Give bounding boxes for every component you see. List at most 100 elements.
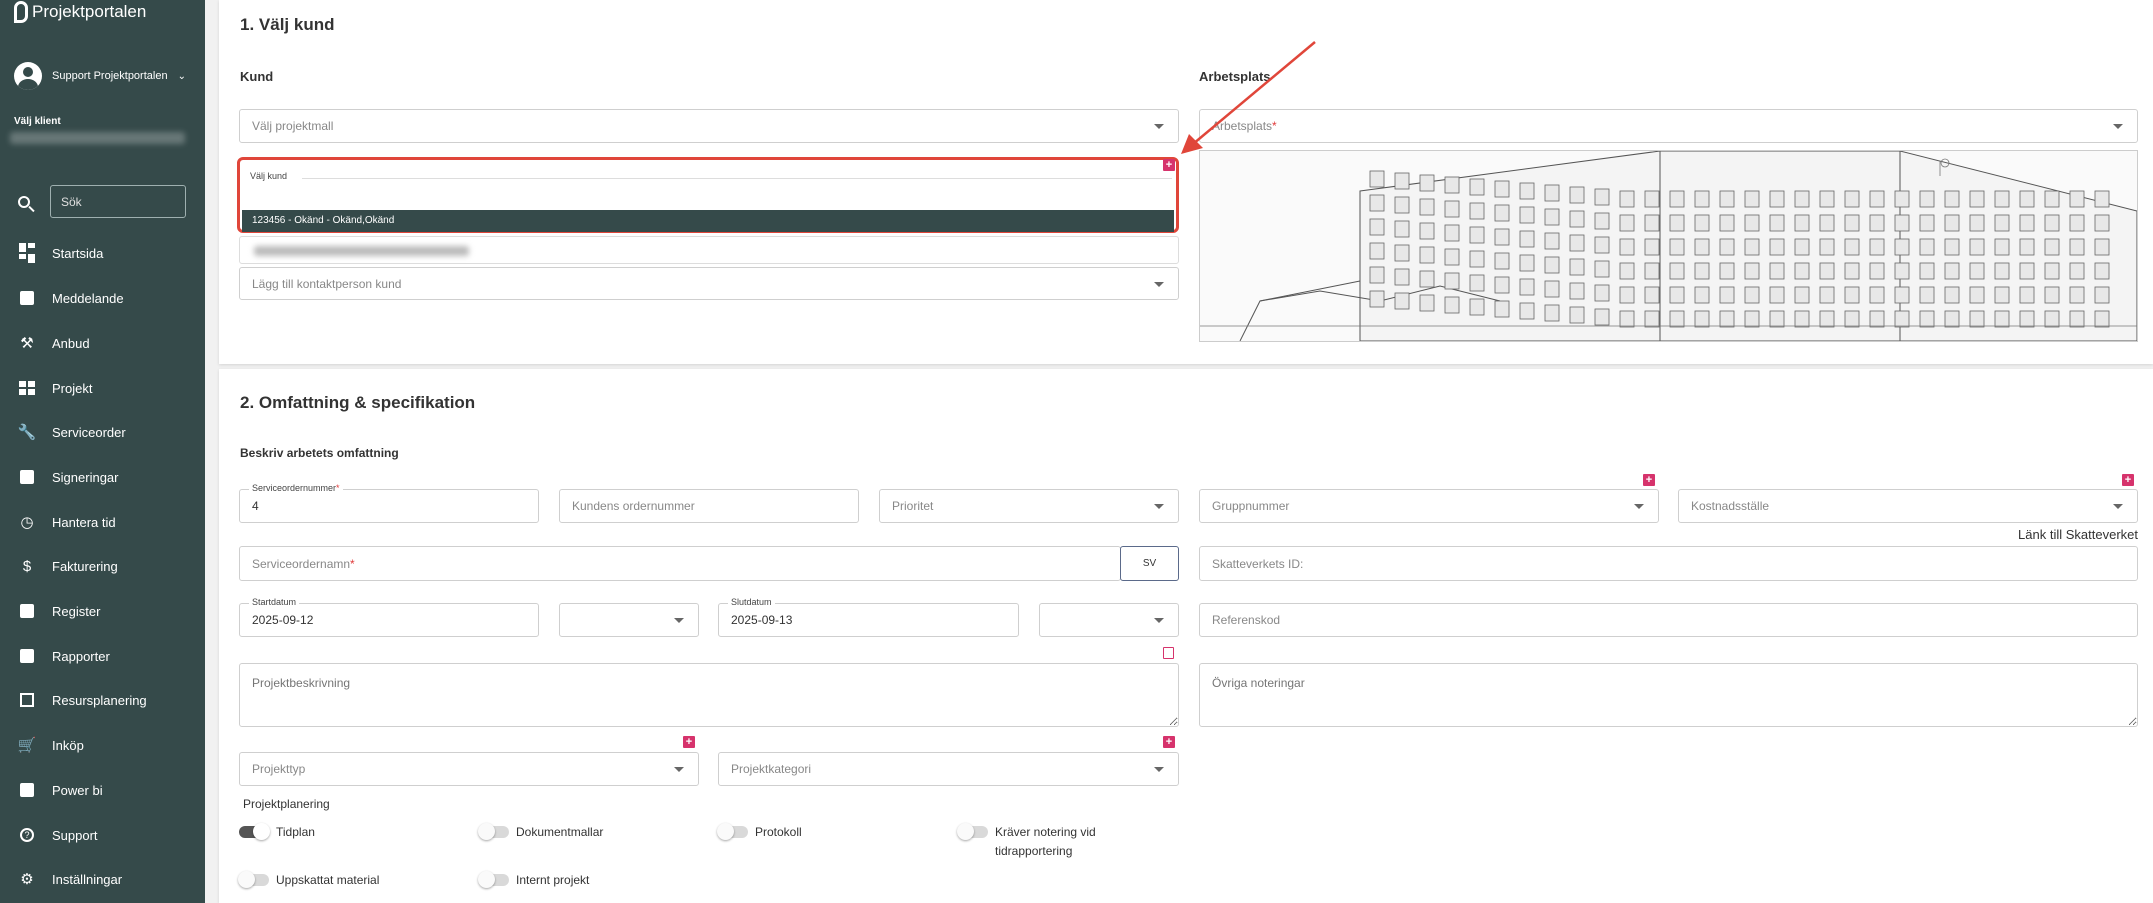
building-window [1744,190,1760,208]
gear-icon: ⚙ [20,871,34,888]
gruppnummer-placeholder: Gruppnummer [1212,499,1290,513]
sidebar-item-meddelande[interactable]: Meddelande [18,289,124,307]
user-name: Support Projektportalen [52,70,168,82]
building-window [2044,262,2060,280]
arbetsplats-select[interactable]: Arbetsplats * [1199,109,2138,143]
building-window [1394,196,1410,214]
sidebar-item-startsida[interactable]: Startsida [18,243,104,263]
startdatum-field[interactable]: Startdatum 2025-09-12 [239,597,539,637]
scope-heading: Beskriv arbetets omfattning [240,446,399,460]
toggle-switch[interactable] [238,871,269,888]
building-window [1519,278,1535,296]
note-add-icon[interactable] [1163,647,1174,659]
projektbeskrivning-textarea[interactable] [239,663,1179,727]
sidebar-item-anbud[interactable]: ⚒ Anbud [18,334,89,352]
kund-address-blurred [239,236,1179,264]
prioritet-placeholder: Prioritet [892,499,934,513]
building-window [1419,222,1435,240]
building-window [1844,238,1860,256]
building-window [2044,190,2060,208]
building-window [1994,238,2010,256]
sidebar-item-inköp[interactable]: 🛒 Inköp [18,736,84,754]
chevron-down-icon [1154,281,1164,287]
building-window [1919,214,1935,232]
building-window [1444,176,1460,194]
building-window [1644,262,1660,280]
building-window [1769,238,1785,256]
startdatum-value: 2025-09-12 [252,613,314,627]
skatteverket-id-placeholder: Skatteverkets ID: [1212,556,1304,571]
search-input[interactable] [50,185,186,218]
gruppnummer-select[interactable]: Gruppnummer [1199,489,1659,523]
toggle-switch[interactable] [717,823,748,840]
projektkategori-select[interactable]: Projektkategori [718,752,1179,786]
sidebar-item-power-bi[interactable]: Power bi [18,781,103,799]
serviceordernummer-field[interactable]: Serviceordernummer* 4 [239,483,539,523]
toggle-switch[interactable] [957,823,988,840]
building-window [1519,230,1535,248]
toggle-switch[interactable] [478,871,509,888]
serviceordernamn-placeholder: Serviceordernamn [252,556,351,571]
user-menu[interactable]: Support Projektportalen ⌄ [14,62,186,90]
sidebar-item-signeringar[interactable]: Signeringar [18,468,119,486]
help-icon: ? [18,826,36,844]
kostnadsstalle-select[interactable]: Kostnadsställe [1678,489,2138,523]
sidebar-item-support[interactable]: ? Support [18,826,98,844]
building-window [1744,238,1760,256]
toggle-switch[interactable] [478,823,509,840]
avatar [14,62,42,90]
referenskod-input[interactable]: Referenskod [1199,603,2138,637]
building-window [1619,310,1635,328]
sidebar-item-serviceorder[interactable]: 🔧 Serviceorder [18,423,126,441]
building-window [1619,214,1635,232]
skatteverket-id-input[interactable]: Skatteverkets ID: [1199,546,2138,581]
building-window [1594,188,1610,206]
building-window [1994,310,2010,328]
building-window [1819,262,1835,280]
building-window [1769,190,1785,208]
building-window [1794,190,1810,208]
building-window [1369,242,1385,260]
building-window [1844,286,1860,304]
kontaktperson-select[interactable]: Lägg till kontaktperson kund [239,267,1179,300]
valj-kund-dropdown[interactable]: Välj kund 123456 - Okänd - Okänd,Okänd [237,157,1179,233]
sidebar-item-rapporter[interactable]: Rapporter [18,647,110,665]
starttid-select[interactable] [559,603,699,637]
app-logo[interactable]: Projektportalen [14,1,146,23]
building-window [1719,214,1735,232]
building-window [1394,292,1410,310]
sidebar-item-fakturering[interactable]: $ Fakturering [18,557,118,575]
toggle-label: Protokoll [755,825,802,839]
kund-option[interactable]: 123456 - Okänd - Okänd,Okänd [242,210,1174,232]
serviceordernamn-input[interactable]: Serviceordernamn * [239,546,1121,581]
sidebar-item-hantera-tid[interactable]: ◷ Hantera tid [18,513,115,531]
chart-icon [18,781,36,799]
sidebar-item-inställningar[interactable]: ⚙ Inställningar [18,870,122,888]
projekttyp-select[interactable]: Projekttyp [239,752,699,786]
sidebar-item-label: Startsida [52,245,104,261]
add-projektkategori-icon[interactable]: + [1163,736,1175,748]
client-value-blurred[interactable] [10,132,185,144]
projektmall-select[interactable]: Välj projektmall [239,109,1179,143]
building-window [1544,184,1560,202]
sluttid-select[interactable] [1039,603,1179,637]
toggle-label: Kräver notering vid tidrapportering [995,825,1096,858]
add-projekttyp-icon[interactable]: + [683,736,695,748]
slutdatum-field[interactable]: Slutdatum 2025-09-13 [718,597,1019,637]
add-kostnadsstalle-icon[interactable]: + [2122,474,2134,486]
language-button[interactable]: SV [1120,546,1179,581]
building-window [1994,214,2010,232]
slutdatum-value: 2025-09-13 [731,613,793,627]
sidebar-item-register[interactable]: Register [18,602,100,620]
add-gruppnummer-icon[interactable]: + [1643,474,1655,486]
building-window [1569,186,1585,204]
prioritet-select[interactable]: Prioritet [879,489,1179,523]
toggle-switch[interactable] [239,823,270,840]
skatteverket-link[interactable]: Länk till Skatteverket [2018,527,2138,542]
sidebar-item-resursplanering[interactable]: Resursplanering [18,691,147,709]
add-kund-icon[interactable]: + [1163,159,1175,171]
kundens-ordernummer-input[interactable]: Kundens ordernummer [559,489,859,523]
ovriga-noteringar-textarea[interactable] [1199,663,2138,727]
building-window [1894,262,1910,280]
sidebar-item-projekt[interactable]: Projekt [18,379,92,397]
